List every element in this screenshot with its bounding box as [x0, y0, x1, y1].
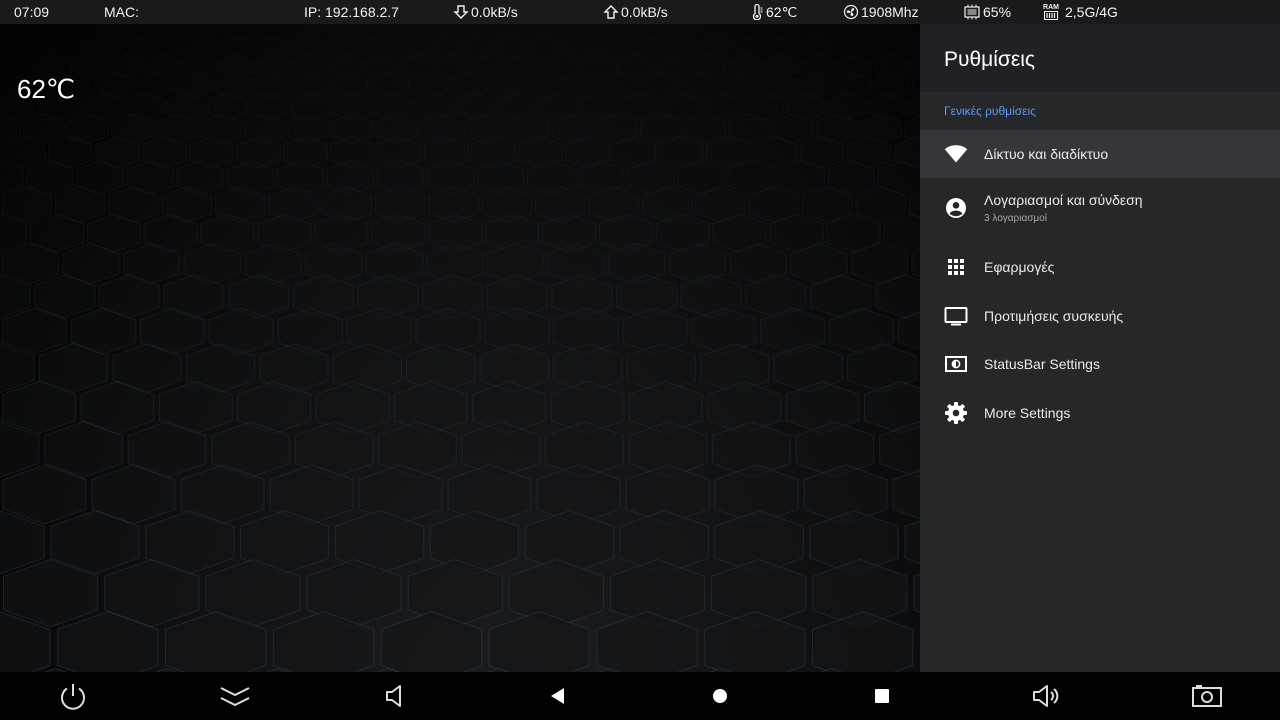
temperature-value: 62℃	[766, 4, 798, 20]
settings-item-label: Δίκτυο και διαδίκτυο	[984, 146, 1109, 162]
settings-item-label: Λογαριασμοί και σύνδεση	[984, 192, 1143, 208]
volume-down-button[interactable]	[380, 680, 412, 712]
temperature-widget: 62℃	[17, 74, 76, 104]
back-button[interactable]	[542, 680, 574, 712]
status-upload: 0.0kB/s	[603, 0, 668, 24]
settings-item-network[interactable]: Δίκτυο και διαδίκτυο	[920, 130, 1280, 178]
download-rate: 0.0kB/s	[471, 4, 518, 20]
cpu-frequency: 1908Mhz	[861, 4, 919, 20]
settings-item-device[interactable]: Προτιμήσεις συσκευής	[920, 292, 1280, 340]
desktop-wallpaper: 62℃	[0, 24, 920, 672]
collapse-button[interactable]	[219, 680, 251, 712]
statusbar-icon	[944, 352, 968, 376]
settings-item-label: More Settings	[984, 405, 1071, 421]
power-icon	[61, 684, 85, 710]
ram-tag: RAM	[1043, 4, 1059, 11]
settings-item-accounts[interactable]: Λογαριασμοί και σύνδεση 3 λογαριασμοί	[920, 179, 1280, 237]
settings-item-label: Εφαρμογές	[984, 259, 1055, 275]
thermometer-icon	[750, 4, 764, 20]
gear-icon	[944, 401, 968, 425]
volume-down-icon	[386, 685, 401, 707]
account-icon	[944, 196, 968, 220]
navigation-bar	[0, 672, 1280, 720]
volume-up-button[interactable]	[1030, 680, 1062, 712]
power-button[interactable]	[57, 680, 89, 712]
screenshot-icon	[1192, 685, 1222, 707]
home-icon	[713, 689, 727, 703]
settings-panel: Ρυθμίσεις Γενικές ρυθμίσεις Δίκτυο και δ…	[920, 24, 1280, 672]
back-icon	[551, 688, 564, 704]
collapse-icon	[220, 687, 250, 707]
status-mac: MAC:	[104, 4, 139, 20]
status-download: 0.0kB/s	[453, 0, 518, 24]
settings-item-label: Προτιμήσεις συσκευής	[984, 308, 1124, 324]
status-time: 07:09	[14, 4, 50, 20]
settings-item-more[interactable]: More Settings	[920, 389, 1280, 437]
settings-item-subtitle: 3 λογαριασμοί	[984, 213, 1047, 224]
status-ram: RAM 2,5G/4G	[1043, 0, 1118, 24]
hexagon-pattern	[0, 24, 920, 672]
status-cpu: 1908Mhz	[843, 0, 919, 24]
section-title: Γενικές ρυθμίσεις	[944, 104, 1036, 118]
apps-grid-icon	[944, 255, 968, 279]
settings-item-statusbar[interactable]: StatusBar Settings	[920, 340, 1280, 388]
settings-list: Γενικές ρυθμίσεις Δίκτυο και διαδίκτυο Λ…	[920, 92, 1280, 672]
upload-icon	[603, 4, 619, 20]
cpu-chip-icon	[963, 4, 981, 20]
settings-item-label: StatusBar Settings	[984, 356, 1100, 372]
home-button[interactable]	[704, 680, 736, 712]
recents-icon	[875, 689, 889, 703]
wifi-icon	[944, 142, 968, 166]
ram-usage: 2,5G/4G	[1065, 4, 1118, 20]
settings-item-apps[interactable]: Εφαρμογές	[920, 243, 1280, 291]
download-icon	[453, 4, 469, 20]
cpu-load: 65%	[983, 4, 1012, 20]
ram-icon: RAM	[1043, 4, 1059, 20]
status-ip: IP: 192.168.2.7	[304, 4, 399, 20]
status-bar: 07:09 MAC: IP: 192.168.2.7 0.0kB/s 0.0kB…	[0, 0, 1280, 24]
panel-title: Ρυθμίσεις	[944, 48, 1036, 71]
status-load: 65%	[963, 0, 1011, 24]
tv-icon	[944, 304, 968, 328]
upload-rate: 0.0kB/s	[621, 4, 668, 20]
recents-button[interactable]	[866, 680, 898, 712]
status-temperature: 62℃	[750, 0, 797, 24]
screenshot-button[interactable]	[1191, 680, 1223, 712]
volume-up-icon	[1033, 685, 1059, 707]
fan-icon	[843, 4, 859, 20]
